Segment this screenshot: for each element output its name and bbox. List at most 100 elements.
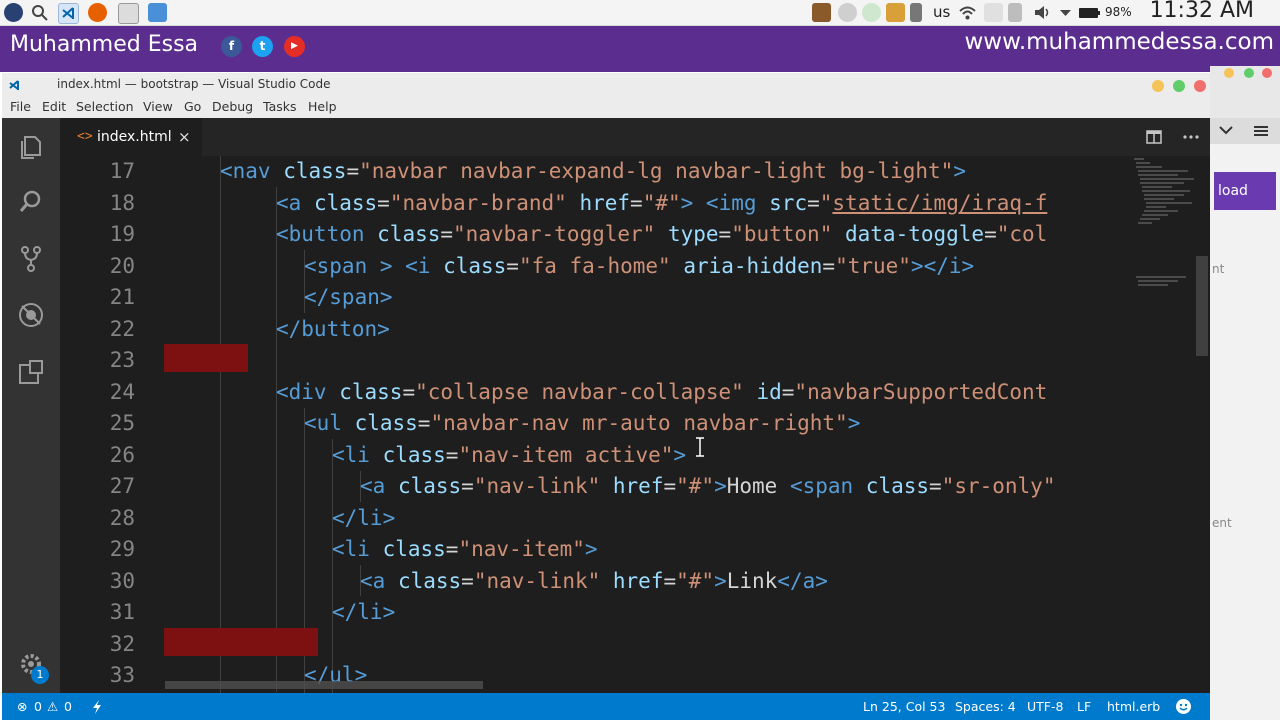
- code-token: <ul: [304, 411, 355, 435]
- warning-icon[interactable]: ⚠: [47, 699, 58, 714]
- code-line[interactable]: 18 <a class="navbar-brand" href="#"> <img…: [60, 188, 1210, 220]
- code-token: type: [667, 222, 719, 246]
- code-line[interactable]: 17 <nav class="navbar navbar-expand-lg na…: [60, 156, 1210, 188]
- menu-go[interactable]: Go: [184, 99, 201, 114]
- feedback-smiley-icon[interactable]: [1175, 698, 1192, 715]
- code-line[interactable]: 30 <a class="nav-link" href="#">Link</a>: [60, 566, 1210, 598]
- errors-icon[interactable]: ⊗: [17, 699, 27, 714]
- fedora-menu-icon[interactable]: [4, 3, 23, 22]
- code-line[interactable]: 23: [60, 345, 1210, 377]
- code-token: >: [953, 159, 966, 183]
- minimap[interactable]: [1132, 156, 1194, 693]
- indentation[interactable]: Spaces: 4: [955, 699, 1016, 714]
- debug-icon[interactable]: [17, 301, 45, 329]
- cursor-position[interactable]: Ln 25, Col 53: [863, 699, 945, 714]
- explorer-icon[interactable]: [17, 133, 45, 161]
- menu-file[interactable]: File: [10, 99, 31, 114]
- code-line[interactable]: 21 </span>: [60, 282, 1210, 314]
- code-token: =: [718, 222, 732, 246]
- split-editor-icon[interactable]: [1146, 129, 1162, 145]
- minimize-button[interactable]: [1152, 80, 1164, 92]
- code-text: </li>: [332, 597, 395, 629]
- encoding[interactable]: UTF-8: [1027, 699, 1063, 714]
- lock-tray-icon[interactable]: [910, 3, 922, 22]
- error-count[interactable]: 0: [34, 699, 42, 714]
- warning-count[interactable]: 0: [64, 699, 72, 714]
- code-line[interactable]: 20 <span > <i class="fa fa-home" aria-hid…: [60, 251, 1210, 283]
- code-line[interactable]: 31 </li>: [60, 597, 1210, 629]
- code-token: =: [445, 537, 459, 561]
- package-tray-icon[interactable]: [886, 3, 905, 22]
- code-line[interactable]: 24 <div class="collapse navbar-collapse" …: [60, 377, 1210, 409]
- lightning-icon[interactable]: [92, 700, 102, 714]
- code-line[interactable]: 25 <ul class="navbar-nav mr-auto navbar-r…: [60, 408, 1210, 440]
- extensions-icon[interactable]: [17, 358, 45, 386]
- line-number: 29: [109, 537, 135, 561]
- code-line[interactable]: 27 <a class="nav-link" href="#">Home <spa…: [60, 471, 1210, 503]
- keyboard-layout[interactable]: us: [933, 3, 950, 22]
- close-button[interactable]: [1194, 80, 1206, 92]
- channel-name: Muhammed Essa: [10, 32, 199, 57]
- menu-debug[interactable]: Debug: [212, 99, 253, 114]
- code-line[interactable]: 26 <li class="nav-item active">: [60, 440, 1210, 472]
- vscode-launcher-icon[interactable]: [58, 3, 79, 24]
- menu-help[interactable]: Help: [308, 99, 337, 114]
- clock[interactable]: 11:32 AM: [1150, 0, 1254, 23]
- maximize-button[interactable]: [1173, 80, 1185, 92]
- vertical-scrollbar[interactable]: [1196, 256, 1208, 356]
- code-text: <nav class="navbar navbar-expand-lg navb…: [220, 156, 966, 188]
- line-number: 23: [109, 348, 135, 372]
- line-number: 25: [109, 411, 135, 435]
- code-token: class: [313, 190, 378, 215]
- network-icon[interactable]: [984, 3, 1003, 22]
- code-token: </button>: [276, 316, 390, 341]
- line-ending[interactable]: LF: [1077, 699, 1091, 714]
- update-tray-icon[interactable]: [838, 3, 857, 22]
- code-token: =: [984, 222, 997, 246]
- code-token: > <img: [680, 190, 770, 215]
- app-tray-icon[interactable]: [812, 3, 831, 22]
- search-icon[interactable]: [17, 188, 45, 216]
- code-text: </button>: [276, 314, 390, 346]
- tab-index-html[interactable]: <> index.html ×: [60, 118, 202, 156]
- code-editor[interactable]: 17 <nav class="navbar navbar-expand-lg na…: [60, 156, 1210, 693]
- line-number: 18: [109, 190, 135, 215]
- menu-selection[interactable]: Selection: [76, 99, 134, 114]
- code-line[interactable]: 19 <button class="navbar-toggler" type="b…: [60, 219, 1210, 251]
- code-token: <li: [332, 537, 383, 561]
- code-token: "navbar navbar-expand-lg navbar-light bg…: [359, 159, 954, 183]
- wifi-icon[interactable]: [958, 3, 977, 22]
- code-line[interactable]: 28 </li>: [60, 503, 1210, 535]
- code-token: "nav-link": [473, 474, 613, 498]
- window-titlebar[interactable]: index.html — bootstrap — Visual Studio C…: [2, 73, 1210, 97]
- volume-icon[interactable]: [1032, 3, 1051, 22]
- background-browser-window[interactable]: load nt ent: [1210, 66, 1280, 720]
- horizontal-scrollbar[interactable]: [165, 681, 483, 689]
- code-token: =: [377, 190, 390, 215]
- menu-tasks[interactable]: Tasks: [263, 99, 297, 114]
- code-token: </li>: [332, 600, 396, 624]
- code-token: class: [397, 568, 462, 593]
- firefox-launcher-icon[interactable]: [88, 3, 107, 22]
- chevron-down-icon[interactable]: [1056, 3, 1075, 22]
- files-launcher-icon[interactable]: [148, 3, 167, 22]
- code-token: href: [612, 474, 664, 498]
- clipboard-icon[interactable]: [1008, 3, 1022, 22]
- terminal-launcher-icon[interactable]: [118, 3, 139, 24]
- page-text-fragment: nt: [1212, 262, 1225, 276]
- code-token: =: [663, 568, 677, 593]
- language-mode[interactable]: html.erb: [1107, 699, 1160, 714]
- menu-view[interactable]: View: [143, 99, 173, 114]
- source-control-icon[interactable]: [17, 245, 45, 273]
- menu-edit[interactable]: Edit: [42, 99, 66, 114]
- code-text: <li class="nav-item">: [332, 534, 598, 566]
- code-line[interactable]: 29 <li class="nav-item">: [60, 534, 1210, 566]
- more-actions-icon[interactable]: [1182, 129, 1200, 145]
- download-button[interactable]: load: [1214, 172, 1276, 210]
- tab-close-button[interactable]: ×: [178, 128, 191, 146]
- search-icon[interactable]: [30, 3, 49, 22]
- cloud-tray-icon[interactable]: [862, 3, 881, 22]
- code-token: =: [807, 190, 820, 215]
- code-line[interactable]: 32: [60, 629, 1210, 661]
- code-line[interactable]: 22 </button>: [60, 314, 1210, 346]
